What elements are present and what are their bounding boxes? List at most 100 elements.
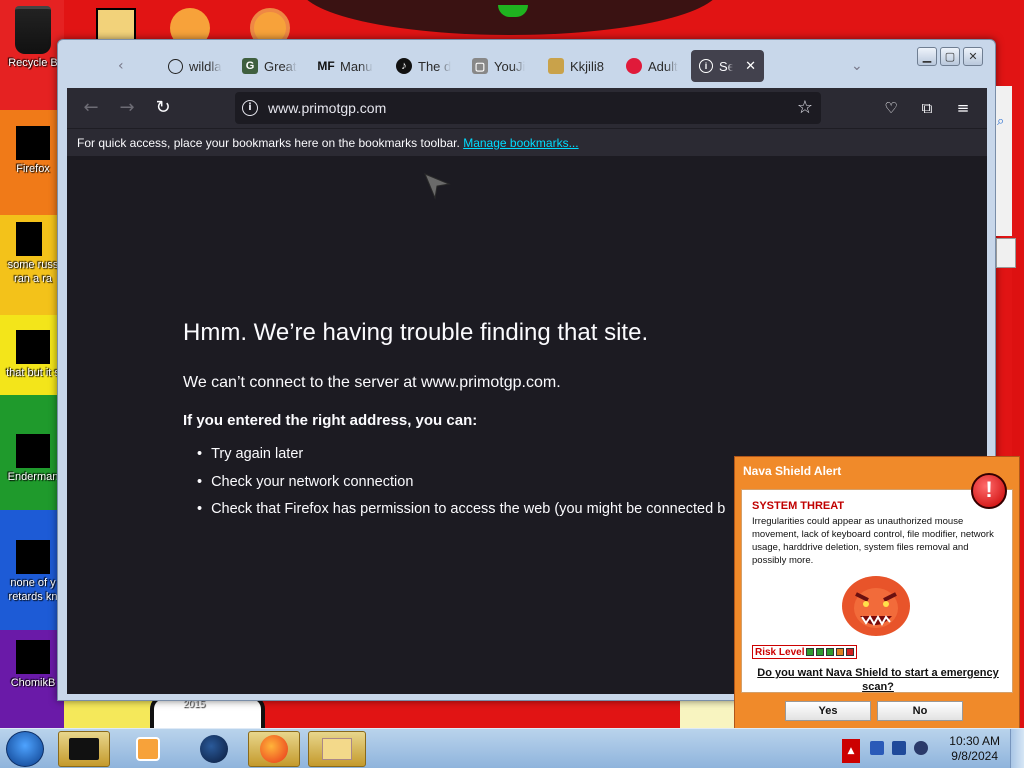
tab-scroll-left-icon[interactable]: ‹ bbox=[118, 58, 124, 74]
desktop-icon-file[interactable]: some russ ran a ra bbox=[2, 222, 64, 286]
risk-level: Risk Level bbox=[752, 645, 858, 659]
tab-kkjili8[interactable]: Kkjili8 bbox=[540, 50, 620, 82]
app-icon bbox=[16, 434, 50, 468]
show-desktop-button[interactable] bbox=[1010, 729, 1024, 768]
start-button[interactable] bbox=[6, 731, 44, 767]
warning-icon: ! bbox=[971, 473, 1007, 509]
risk-bar-segment bbox=[836, 648, 845, 656]
mf-icon: MF bbox=[317, 59, 335, 73]
media-player-icon bbox=[136, 737, 160, 761]
system-tray: ▲ 10:30 AM 9/8/2024 bbox=[842, 729, 1024, 768]
list-item: Check your network connection bbox=[197, 474, 725, 502]
tab-adult[interactable]: Adult bbox=[618, 50, 690, 82]
no-button[interactable]: No bbox=[877, 701, 963, 721]
site-info-icon[interactable]: i bbox=[242, 100, 258, 116]
app-icon bbox=[16, 640, 50, 674]
search-icon[interactable]: ⌕ bbox=[997, 114, 1004, 129]
clock-date: 9/8/2024 bbox=[951, 749, 998, 763]
close-button[interactable]: ✕ bbox=[963, 47, 983, 66]
error-title: Hmm. We’re having trouble finding that s… bbox=[183, 319, 649, 346]
volume-icon[interactable] bbox=[914, 741, 928, 755]
alert-header: Nava Shield Alert bbox=[743, 464, 842, 478]
tab-strip: ‹ wildla G Great MF Manu ♪ The d ▢ YouJi… bbox=[58, 40, 995, 88]
back-button[interactable]: ← bbox=[81, 98, 101, 118]
tab-wildla[interactable]: wildla bbox=[160, 50, 232, 82]
forward-button[interactable]: → bbox=[117, 98, 137, 118]
info-icon: i bbox=[699, 59, 713, 73]
tray-app-icon[interactable] bbox=[870, 741, 884, 755]
show-hidden-icons-icon[interactable]: ▲ bbox=[842, 739, 860, 763]
menu-icon[interactable]: ≡ bbox=[953, 98, 973, 118]
desktop-icon-chomik[interactable]: ChomikB bbox=[2, 640, 64, 690]
error-suggestions: Try again later Check your network conne… bbox=[197, 446, 725, 529]
tiktok-icon: ♪ bbox=[396, 58, 412, 74]
maximize-button[interactable]: ▢ bbox=[940, 47, 960, 66]
taskbar-item-folder[interactable] bbox=[58, 731, 110, 767]
url-text[interactable]: www.primotgp.com bbox=[268, 100, 386, 116]
youjizz-icon: ▢ bbox=[472, 58, 488, 74]
explorer-icon bbox=[322, 738, 352, 760]
reload-button[interactable]: ↻ bbox=[153, 98, 173, 118]
risk-bar-segment bbox=[846, 648, 855, 656]
kkjili-icon bbox=[548, 58, 564, 74]
alert-body: SYSTEM THREAT Irregularities could appea… bbox=[741, 489, 1013, 693]
desktop-icon-firefox[interactable]: Firefox bbox=[2, 126, 64, 176]
extensions-icon[interactable]: ⧉ bbox=[917, 98, 937, 118]
folder-icon bbox=[69, 738, 99, 760]
nav-toolbar: ← → ↻ i www.primotgp.com ☆ ♡ ⧉ ≡ bbox=[67, 88, 987, 128]
globe-icon bbox=[168, 58, 183, 74]
clock[interactable]: 10:30 AM 9/8/2024 bbox=[949, 734, 1000, 764]
firefox-icon bbox=[16, 126, 50, 160]
list-item: Check that Firefox has permission to acc… bbox=[197, 501, 725, 529]
taskbar-item-explorer[interactable] bbox=[308, 731, 366, 767]
threat-description: Irregularities could appear as unauthori… bbox=[752, 516, 994, 566]
background-window-edge bbox=[996, 86, 1012, 236]
list-item: Try again later bbox=[197, 446, 725, 474]
desktop-icon-enderman[interactable]: Enderman bbox=[2, 434, 64, 484]
tab-the-d[interactable]: ♪ The d bbox=[388, 50, 460, 82]
window-controls: ▁ ▢ ✕ bbox=[917, 47, 983, 66]
nava-shield-alert: Nava Shield Alert SYSTEM THREAT Irregula… bbox=[734, 456, 1020, 734]
taskbar-item-globe[interactable] bbox=[188, 731, 240, 767]
lips-icon bbox=[626, 58, 642, 74]
tab-list-icon[interactable]: ⌄ bbox=[851, 58, 863, 74]
chrome-icon bbox=[16, 540, 50, 574]
risk-label: Risk Level bbox=[755, 646, 805, 658]
recycle-bin-icon bbox=[15, 6, 51, 54]
folder-icon bbox=[16, 330, 50, 364]
network-icon[interactable] bbox=[892, 741, 906, 755]
mouse-cursor-icon bbox=[424, 173, 451, 200]
risk-bar-segment bbox=[806, 648, 815, 656]
scan-question[interactable]: Do you want Nava Shield to start a emerg… bbox=[752, 666, 1004, 694]
tab-close-icon[interactable]: ✕ bbox=[745, 58, 756, 74]
risk-bar-segment bbox=[826, 648, 835, 656]
firefox-icon bbox=[260, 735, 288, 763]
error-hint: If you entered the right address, you ca… bbox=[183, 412, 478, 429]
tab-great[interactable]: G Great bbox=[234, 50, 306, 82]
bookmarks-toolbar: For quick access, place your bookmarks h… bbox=[67, 128, 987, 156]
g-icon: G bbox=[242, 58, 258, 74]
yes-button[interactable]: Yes bbox=[785, 701, 871, 721]
taskbar: ▲ 10:30 AM 9/8/2024 bbox=[0, 728, 1024, 768]
globe-icon bbox=[200, 735, 228, 763]
file-icon bbox=[16, 222, 50, 256]
desktop-icon-folder[interactable]: that but it s bbox=[2, 330, 64, 380]
clock-time: 10:30 AM bbox=[949, 734, 1000, 748]
bookmarks-hint: For quick access, place your bookmarks h… bbox=[77, 136, 460, 150]
risk-bar-segment bbox=[816, 648, 825, 656]
minimize-button[interactable]: ▁ bbox=[917, 47, 937, 66]
tab-youji[interactable]: ▢ YouJi bbox=[464, 50, 536, 82]
manage-bookmarks-link[interactable]: Manage bookmarks... bbox=[463, 136, 578, 150]
monster-face-icon bbox=[842, 576, 910, 636]
url-bar[interactable]: i www.primotgp.com ☆ bbox=[235, 92, 821, 124]
tab-manu[interactable]: MF Manu bbox=[310, 50, 382, 82]
desktop-icon-chrome[interactable]: none of y retards kn bbox=[2, 540, 64, 604]
pocket-icon[interactable]: ♡ bbox=[881, 98, 901, 118]
threat-title: SYSTEM THREAT bbox=[752, 500, 845, 512]
bookmark-star-icon[interactable]: ☆ bbox=[797, 97, 813, 118]
background-scrollbar[interactable] bbox=[996, 238, 1016, 268]
taskbar-item-firefox[interactable] bbox=[248, 731, 300, 767]
tab-ser-active[interactable]: i Ser ✕ bbox=[691, 50, 764, 82]
desktop-icon-recycle-bin[interactable]: Recycle B bbox=[2, 6, 64, 70]
taskbar-item-media-player[interactable] bbox=[122, 731, 174, 767]
